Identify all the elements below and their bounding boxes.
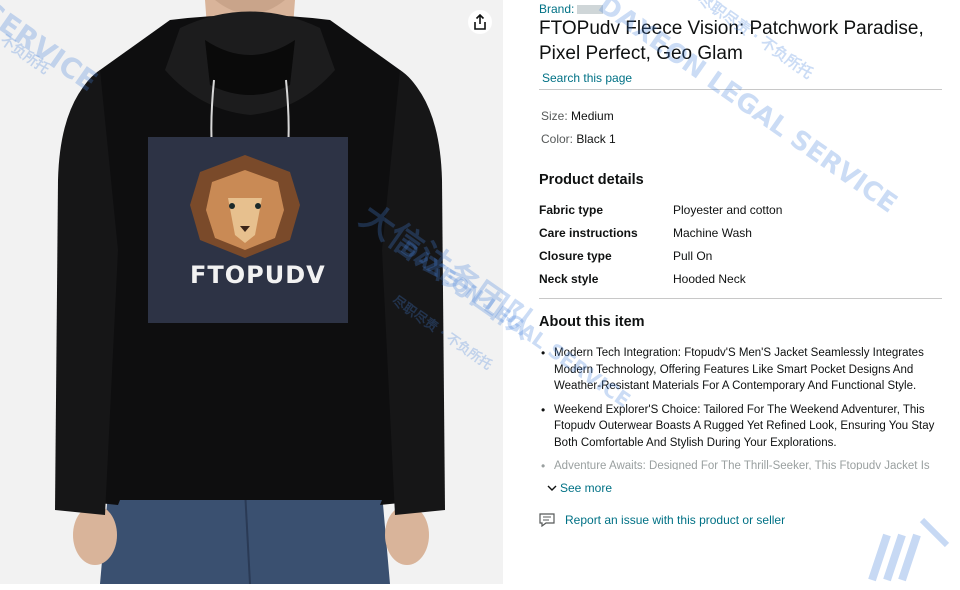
list-item: Adventure Awaits: Designed For The Thril… [539, 458, 944, 470]
details-row: Care instructions Machine Wash [539, 226, 939, 249]
product-title: FTOPudv Fleece Vision: Patchwork Paradis… [539, 18, 924, 64]
brand-name-redacted [577, 5, 604, 15]
report-issue-link[interactable]: Report an issue with this product or sel… [539, 513, 785, 527]
see-more-link[interactable]: See more [547, 481, 612, 495]
details-key: Fabric type [539, 203, 604, 217]
about-bullet-list: Modern Tech Integration: Ftopudv'S Men'S… [539, 345, 944, 477]
message-report-icon [539, 513, 555, 527]
divider [539, 298, 942, 299]
details-key: Care instructions [539, 226, 638, 240]
size-value: Medium [571, 109, 614, 123]
details-value: Hooded Neck [673, 272, 746, 286]
details-row: Fabric type Ployester and cotton [539, 203, 939, 226]
print-logo-text: FTOPUDV [190, 261, 326, 289]
report-issue-label[interactable]: Report an issue with this product or sel… [565, 513, 785, 527]
product-detail-panel: Brand: FTOPudv Fleece Vision: Patchwork … [503, 0, 960, 584]
chevron-down-icon [547, 485, 557, 491]
details-row: Closure type Pull On [539, 249, 939, 272]
product-details-table: Fabric type Ployester and cotton Care in… [539, 203, 939, 295]
product-details-heading: Product details [539, 172, 644, 188]
share-icon [474, 14, 486, 30]
product-image-hoodie[interactable] [0, 0, 503, 584]
details-value: Ployester and cotton [673, 203, 783, 217]
details-value: Machine Wash [673, 226, 752, 240]
color-key: Color: [541, 132, 574, 146]
details-row: Neck style Hooded Neck [539, 272, 939, 295]
product-image-gallery[interactable]: FTOPUDV [0, 0, 503, 584]
details-key: Neck style [539, 272, 599, 286]
details-value: Pull On [673, 249, 713, 263]
list-item: Modern Tech Integration: Ftopudv'S Men'S… [539, 345, 944, 395]
brand-line[interactable]: Brand: [539, 2, 604, 16]
about-heading: About this item [539, 314, 645, 330]
size-attribute: Size: Medium [541, 109, 614, 123]
list-item: Weekend Explorer'S Choice: Tailored For … [539, 402, 944, 452]
share-button[interactable] [468, 10, 492, 34]
see-more-label[interactable]: See more [560, 481, 612, 495]
search-this-page-link[interactable]: Search this page [542, 71, 632, 85]
color-attribute: Color: Black 1 [541, 132, 616, 146]
divider [539, 89, 942, 90]
color-value: Black 1 [576, 132, 616, 146]
brand-label[interactable]: Brand: [539, 2, 574, 16]
details-key: Closure type [539, 249, 612, 263]
size-key: Size: [541, 109, 568, 123]
